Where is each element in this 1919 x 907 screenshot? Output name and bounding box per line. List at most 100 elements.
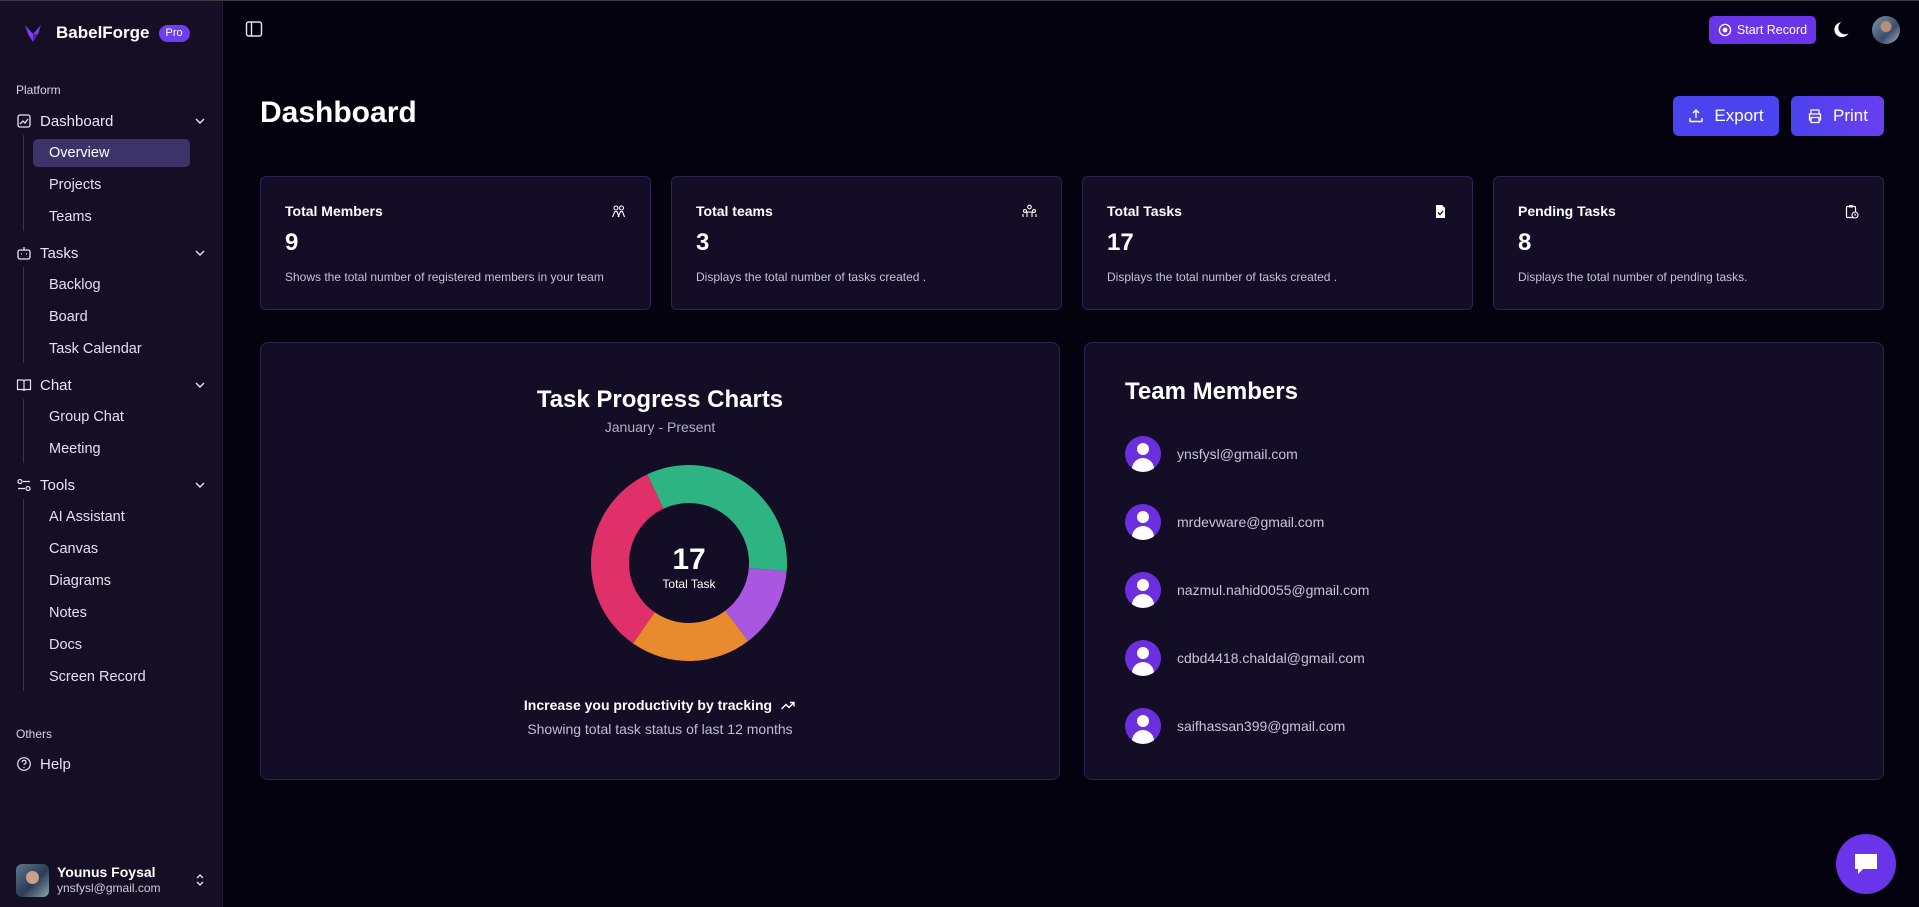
- tools-icon: [16, 477, 32, 493]
- section-label-others: Others: [16, 727, 53, 741]
- chat-widget-button[interactable]: [1836, 834, 1896, 894]
- stat-card-total-members: Total Members 9 Shows the total number o…: [260, 176, 651, 310]
- stat-description: Displays the total number of pending tas…: [1518, 270, 1748, 284]
- stat-value: 3: [696, 229, 710, 256]
- sidebar-item-teams[interactable]: Teams: [33, 203, 190, 231]
- avatar[interactable]: [1872, 16, 1900, 44]
- user-avatar-icon: [1125, 504, 1161, 540]
- team-member-row[interactable]: nazmul.nahid0055@gmail.com: [1125, 572, 1369, 608]
- team-member-row[interactable]: saifhassan399@gmail.com: [1125, 708, 1345, 744]
- stat-value: 17: [1107, 229, 1134, 256]
- upload-icon: [1689, 109, 1704, 123]
- stat-title: Pending Tasks: [1518, 203, 1616, 219]
- moon-icon[interactable]: [1833, 20, 1853, 40]
- stat-card-pending-tasks: Pending Tasks 8 Displays the total numbe…: [1493, 176, 1884, 310]
- sidebar-item-meeting[interactable]: Meeting: [33, 435, 190, 463]
- nav-tree-line: [23, 499, 24, 691]
- member-email: cdbd4418.chaldal@gmail.com: [1177, 650, 1365, 666]
- team-member-row[interactable]: mrdevware@gmail.com: [1125, 504, 1324, 540]
- window-top-border: [0, 0, 1919, 1]
- task-progress-chart-card: Task Progress Charts January - Present 1…: [260, 342, 1060, 780]
- nav-tree-line: [23, 135, 24, 231]
- member-email: ynsfysl@gmail.com: [1177, 446, 1298, 462]
- nav-group-tasks[interactable]: Tasks: [16, 242, 206, 264]
- file-check-icon: [1436, 205, 1445, 218]
- user-email: ynsfysl@gmail.com: [57, 881, 161, 895]
- nav-tree-line: [23, 267, 24, 363]
- nav-group-chat[interactable]: Chat: [16, 374, 206, 396]
- sidebar-item-canvas[interactable]: Canvas: [33, 535, 190, 563]
- user-menu[interactable]: Younus Foysal ynsfysl@gmail.com: [16, 863, 206, 897]
- sidebar-item-task-calendar[interactable]: Task Calendar: [33, 335, 190, 363]
- chart-footer-subtext: Showing total task status of last 12 mon…: [527, 721, 793, 737]
- users-icon: [611, 205, 626, 218]
- trending-up-icon: [781, 701, 795, 710]
- dashboard-icon: [16, 113, 32, 129]
- chevron-down-icon[interactable]: [194, 247, 206, 259]
- user-name: Younus Foysal: [57, 864, 156, 880]
- sidebar-item-projects[interactable]: Projects: [33, 171, 190, 199]
- avatar: [16, 863, 49, 897]
- stat-title: Total Tasks: [1107, 203, 1182, 219]
- donut-chart: 17 Total Task: [591, 465, 787, 661]
- pro-badge: Pro: [158, 24, 190, 42]
- stat-description: Shows the total number of registered mem…: [285, 270, 604, 284]
- member-email: saifhassan399@gmail.com: [1177, 718, 1346, 734]
- print-label: Print: [1833, 106, 1868, 125]
- sidebar-item-notes[interactable]: Notes: [33, 599, 190, 627]
- brand[interactable]: BabelForge Pro: [22, 21, 190, 45]
- sidebar: BabelForge Pro Platform Dashboard Overvi…: [0, 1, 223, 907]
- stat-description: Displays the total number of tasks creat…: [696, 270, 927, 284]
- export-label: Export: [1714, 106, 1764, 125]
- sidebar-item-group-chat[interactable]: Group Chat: [33, 403, 190, 431]
- stat-card-total-tasks: Total Tasks 17 Displays the total number…: [1082, 176, 1473, 310]
- team-member-row[interactable]: cdbd4418.chaldal@gmail.com: [1125, 640, 1365, 676]
- chevron-down-icon[interactable]: [194, 479, 206, 491]
- clipboard-clock-icon: [1845, 205, 1859, 219]
- chevrons-up-down-icon: [196, 874, 204, 886]
- stat-card-total-teams: Total teams 3 Displays the total number …: [671, 176, 1062, 310]
- team-member-row[interactable]: ynsfysl@gmail.com: [1125, 436, 1298, 472]
- start-record-button[interactable]: Start Record: [1709, 16, 1816, 44]
- record-icon: [1718, 23, 1732, 37]
- sidebar-item-docs[interactable]: Docs: [33, 631, 190, 659]
- sidebar-item-ai-assistant[interactable]: AI Assistant: [33, 503, 190, 531]
- section-label-platform: Platform: [16, 83, 61, 97]
- nav-item-help[interactable]: Help: [16, 753, 206, 775]
- chart-subtitle: January - Present: [604, 419, 716, 435]
- donut-center-value: 17: [672, 543, 705, 576]
- chart-footer-message: Increase you productivity by tracking: [261, 697, 1059, 713]
- chat-bubble-icon: [1855, 854, 1877, 874]
- sidebar-toggle-icon[interactable]: [245, 20, 263, 38]
- sidebar-item-board[interactable]: Board: [33, 303, 190, 331]
- nav-group-label: Dashboard: [40, 112, 114, 130]
- stat-title: Total teams: [696, 203, 773, 219]
- tasks-icon: [16, 245, 32, 261]
- stat-title: Total Members: [285, 203, 383, 219]
- stat-value: 8: [1518, 229, 1532, 256]
- nav-item-label: Help: [40, 755, 71, 773]
- help-circle-icon: [16, 756, 32, 772]
- sidebar-item-screen-record[interactable]: Screen Record: [33, 663, 190, 691]
- stat-description: Displays the total number of tasks creat…: [1107, 270, 1338, 284]
- user-avatar-icon: [1125, 436, 1161, 472]
- export-button[interactable]: Export: [1673, 96, 1779, 136]
- nav-group-label: Chat: [40, 376, 72, 394]
- nav-group-dashboard[interactable]: Dashboard: [16, 110, 206, 132]
- print-button[interactable]: Print: [1791, 96, 1884, 136]
- chart-title: Task Progress Charts: [536, 386, 784, 413]
- donut-slice-1[interactable]: [647, 465, 787, 572]
- printer-icon: [1808, 109, 1822, 124]
- chevron-down-icon[interactable]: [194, 115, 206, 127]
- chevron-down-icon[interactable]: [194, 379, 206, 391]
- user-avatar-icon: [1125, 708, 1161, 744]
- start-record-label: Start Record: [1736, 23, 1808, 37]
- user-avatar-icon: [1125, 572, 1161, 608]
- team-icon: [1022, 204, 1037, 217]
- chart-footer-text: Increase you productivity by tracking: [523, 697, 773, 713]
- nav-group-label: Tasks: [40, 244, 79, 262]
- nav-group-tools[interactable]: Tools: [16, 474, 206, 496]
- sidebar-item-diagrams[interactable]: Diagrams: [33, 567, 190, 595]
- sidebar-item-overview[interactable]: Overview: [33, 139, 190, 167]
- sidebar-item-backlog[interactable]: Backlog: [33, 271, 190, 299]
